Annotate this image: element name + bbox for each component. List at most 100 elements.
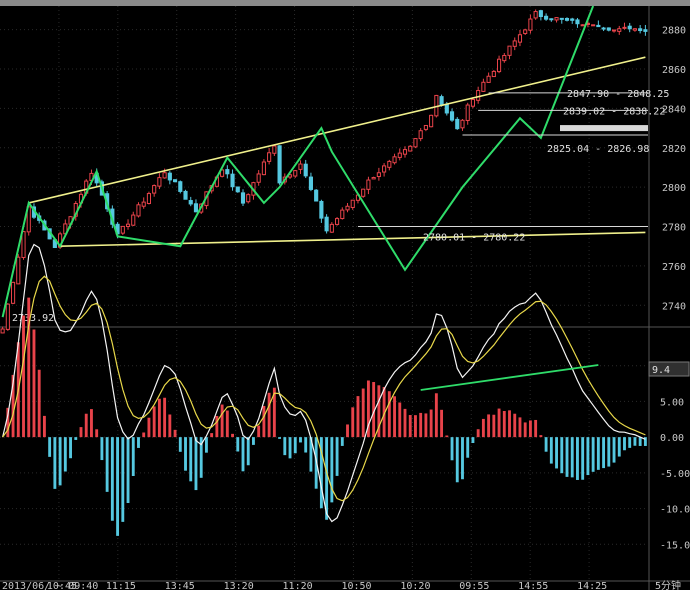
candle-body — [444, 103, 449, 114]
candle-body — [16, 256, 21, 285]
candle-body — [225, 169, 230, 175]
candle-body — [361, 188, 366, 197]
price-tick-label: 2840 — [662, 104, 686, 115]
candle-body — [141, 201, 146, 207]
candle-body — [476, 90, 481, 101]
candle-body — [376, 172, 381, 178]
candle-body — [460, 119, 465, 129]
candle-body — [382, 165, 387, 173]
candle-body — [293, 170, 298, 177]
candle-body — [298, 163, 303, 170]
price-level-box — [560, 125, 648, 132]
candle-body — [303, 163, 308, 177]
price-tick-label: 2780 — [662, 223, 686, 234]
price-tick-label: 2760 — [662, 262, 686, 273]
candle-body — [622, 26, 627, 29]
price-label: 2847.90 - 2848.25 — [567, 89, 669, 100]
macd-tick-label: 0.00 — [660, 433, 684, 444]
candle-body — [549, 18, 554, 21]
candle-body — [157, 177, 162, 187]
candle-body — [329, 223, 334, 233]
candle-body — [528, 18, 533, 31]
candle-body — [5, 303, 10, 330]
candle-body — [496, 58, 502, 73]
candle-body — [617, 28, 622, 32]
candle-body — [261, 161, 266, 176]
candle-body — [308, 176, 314, 190]
trend-line — [28, 56, 646, 204]
candle-body — [277, 145, 282, 184]
candle-body — [601, 27, 606, 30]
candle-body — [559, 17, 564, 20]
price-label: 2733.92 — [12, 313, 54, 324]
candle-body — [10, 281, 16, 304]
candle-body — [314, 189, 319, 202]
price-tick-label: 2800 — [662, 183, 686, 194]
value-badge-text: 9.4 — [652, 365, 670, 376]
candle-body — [638, 28, 643, 32]
candle-body — [366, 179, 371, 190]
candle-body — [172, 179, 178, 183]
candle-body — [627, 25, 632, 30]
price-label: 2780.01 - 2780.22 — [423, 233, 525, 244]
candle-body — [21, 231, 26, 258]
candle-body — [591, 24, 596, 27]
price-tick-label: 2880 — [662, 26, 686, 37]
candle-body — [0, 328, 5, 334]
candle-body — [502, 54, 507, 62]
macd-dif-line — [2, 243, 646, 523]
candle-body — [178, 181, 183, 192]
price-tick-label: 2820 — [662, 144, 686, 155]
x-tick-label: 10:20 — [400, 581, 430, 590]
candle-body — [449, 111, 455, 121]
candle-body — [413, 138, 418, 148]
candle-body — [136, 204, 141, 217]
candle-body — [470, 98, 476, 107]
candle-body — [533, 11, 538, 19]
candle-body — [564, 17, 570, 21]
candle-body — [408, 145, 413, 152]
candle-body — [272, 145, 277, 154]
candle-body — [334, 218, 340, 225]
candle-body — [350, 199, 355, 208]
x-tick-label: 13:20 — [224, 581, 254, 590]
candle-body — [486, 75, 491, 83]
candle-body — [523, 29, 528, 34]
x-tick-label: 09:55 — [459, 581, 489, 590]
price-label: 2825.04 - 2826.98 — [547, 144, 649, 155]
candle-body — [324, 216, 329, 232]
candle-body — [230, 173, 235, 188]
candle-body — [246, 194, 251, 203]
x-tick-label: 13:45 — [165, 581, 195, 590]
candle-body — [611, 29, 617, 32]
candle-body — [193, 203, 199, 213]
candle-body — [580, 24, 585, 27]
candle-body — [465, 104, 470, 121]
candle-body — [120, 225, 125, 234]
candle-body — [125, 223, 131, 227]
candle-body — [491, 70, 496, 78]
candle-body — [423, 124, 428, 130]
candle-body — [517, 34, 523, 43]
price-tick-label: 2860 — [662, 65, 686, 76]
x-tick-label: 5分钟 — [655, 579, 681, 590]
candle-body — [570, 18, 575, 21]
candle-body — [256, 173, 261, 183]
candle-body — [643, 29, 648, 32]
candle-body — [439, 96, 444, 106]
x-tick-label: 10:50 — [341, 581, 371, 590]
x-tick-label: 10:45 — [47, 581, 77, 590]
candle-body — [538, 10, 543, 17]
candle-body — [507, 45, 512, 56]
candle-body — [371, 177, 376, 180]
candle-body — [183, 190, 188, 200]
candle-body — [429, 114, 434, 128]
candle-body — [544, 15, 549, 20]
candle-body — [146, 193, 152, 204]
macd-tick-label: 5.00 — [660, 397, 684, 408]
macd-tick-label: -15.00 — [660, 540, 690, 551]
candle-body — [167, 172, 172, 181]
candle-body — [345, 205, 350, 211]
candle-body — [481, 81, 486, 92]
zigzag-line — [1, 5, 595, 318]
